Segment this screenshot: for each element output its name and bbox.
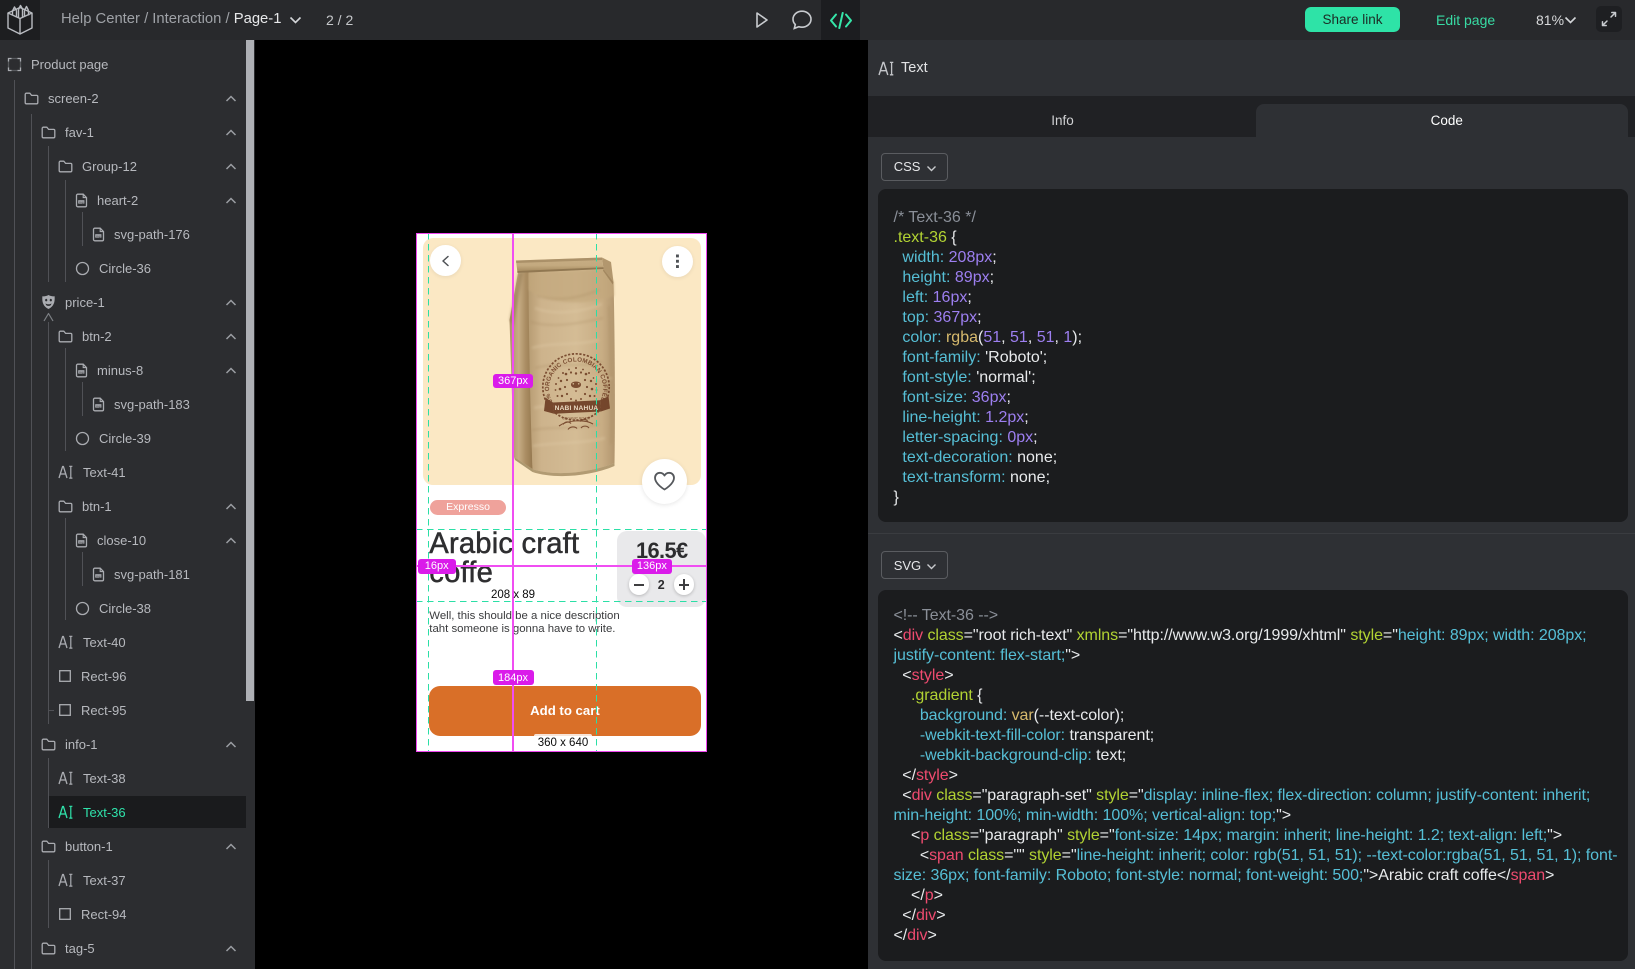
svg-text:svg: svg xyxy=(96,233,101,237)
svg-text:svg: svg xyxy=(79,369,84,373)
svg-text:svg: svg xyxy=(96,403,101,407)
svg-text:svg: svg xyxy=(96,573,101,577)
svg-text:NABI NAHUA: NABI NAHUA xyxy=(554,405,598,412)
svg-text:svg: svg xyxy=(79,539,84,543)
svg-text:svg: svg xyxy=(79,199,84,203)
